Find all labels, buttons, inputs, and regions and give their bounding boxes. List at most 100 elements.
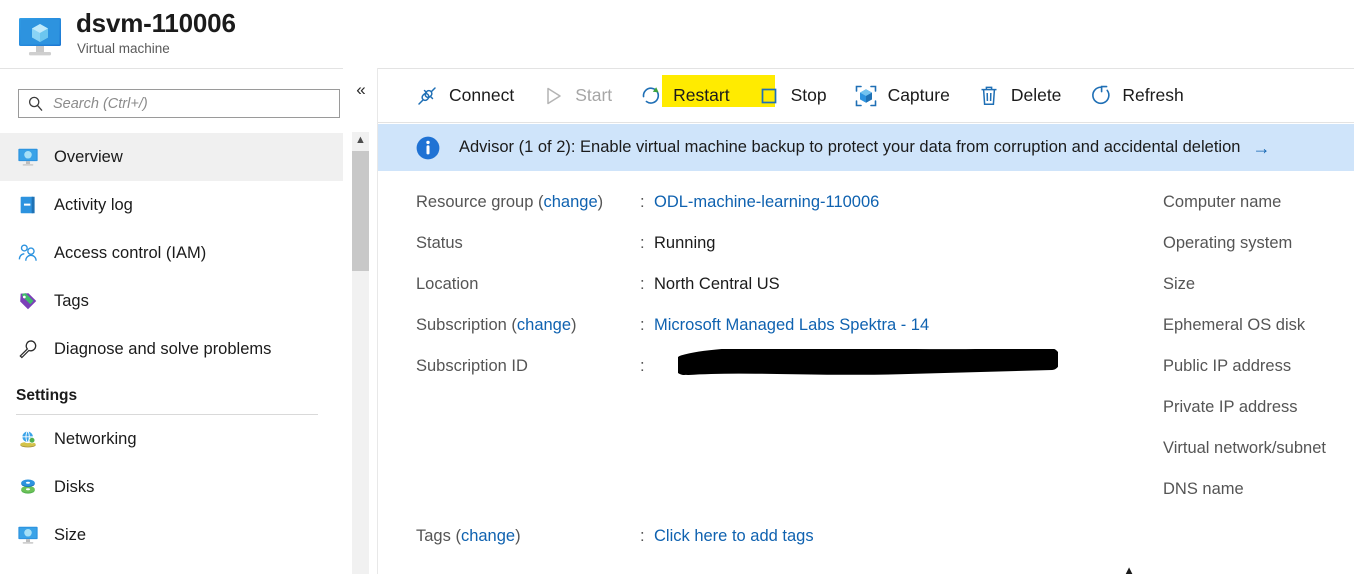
sidebar-item-disks[interactable]: Disks bbox=[0, 463, 343, 511]
search-input[interactable] bbox=[51, 90, 337, 117]
plug-icon bbox=[414, 83, 440, 109]
refresh-label: Refresh bbox=[1122, 85, 1184, 105]
sidebar-item-label: Size bbox=[54, 525, 87, 544]
property-label: Location bbox=[416, 275, 479, 293]
advisor-banner[interactable]: Advisor (1 of 2): Enable virtual machine… bbox=[378, 124, 1354, 171]
property-label-dns-name: DNS name bbox=[1163, 480, 1244, 498]
sidebar-item-activity-log[interactable]: Activity log bbox=[0, 181, 343, 229]
wrench-icon bbox=[16, 337, 40, 361]
property-label-text: Resource group bbox=[416, 193, 534, 211]
connect-button[interactable]: Connect bbox=[414, 76, 514, 116]
sidebar-item-tags[interactable]: Tags bbox=[0, 277, 343, 325]
property-value-status: Running bbox=[654, 234, 716, 252]
stop-button[interactable]: Stop bbox=[756, 76, 827, 116]
property-label-public-ip-address: Public IP address bbox=[1163, 357, 1292, 375]
azure-portal-vm-overview: dsvm-110006 Virtual machine « bbox=[0, 0, 1354, 574]
add-tags-link[interactable]: Click here to add tags bbox=[654, 527, 814, 546]
capture-label: Capture bbox=[887, 85, 950, 105]
search-icon bbox=[27, 95, 45, 113]
property-row-subscription-id: Subscription ID : bbox=[416, 346, 1060, 398]
sidebar-item-overview[interactable]: Overview bbox=[0, 133, 343, 181]
sidebar-item-diagnose[interactable]: Diagnose and solve problems bbox=[0, 325, 343, 373]
property-label-text: Subscription bbox=[416, 316, 507, 334]
scrollbar-thumb[interactable] bbox=[352, 151, 369, 271]
sidebar-item-access-control[interactable]: Access control (IAM) bbox=[0, 229, 343, 277]
sidebar-item-label: Networking bbox=[54, 429, 137, 448]
property-separator: : bbox=[640, 275, 645, 293]
sidebar-item-label: Overview bbox=[54, 147, 123, 166]
property-label: Subscription (change) bbox=[416, 316, 577, 334]
property-label-operating-system: Operating system bbox=[1163, 234, 1293, 252]
arrow-right-icon[interactable]: → bbox=[1252, 139, 1270, 157]
property-separator: : bbox=[640, 193, 645, 211]
property-row-status: Status : Running bbox=[416, 234, 929, 275]
change-link[interactable]: change bbox=[461, 527, 515, 545]
chevron-double-left-icon[interactable]: « bbox=[349, 79, 373, 101]
property-row-resource-group: Resource group (change) : ODL-machine-le… bbox=[416, 193, 929, 234]
stop-square-icon bbox=[756, 83, 782, 109]
property-label: Tags (change) bbox=[416, 527, 521, 545]
property-label: Resource group (change) bbox=[416, 193, 604, 211]
delete-button[interactable]: Delete bbox=[976, 76, 1062, 116]
sidebar: « Overview bbox=[0, 68, 366, 574]
property-separator: : bbox=[640, 527, 645, 545]
capture-button[interactable]: Capture bbox=[853, 76, 950, 116]
property-label-computer-name: Computer name bbox=[1163, 193, 1282, 211]
tag-icon bbox=[16, 289, 40, 313]
property-label: Status bbox=[416, 234, 463, 252]
property-row-subscription: Subscription (change) : Microsoft Manage… bbox=[416, 316, 929, 357]
restart-arrow-icon bbox=[638, 83, 664, 109]
refresh-circle-icon bbox=[1087, 83, 1113, 109]
play-icon bbox=[540, 83, 566, 109]
property-separator: : bbox=[640, 234, 645, 252]
monitor-icon bbox=[16, 145, 40, 169]
advisor-banner-text: Advisor (1 of 2): Enable virtual machine… bbox=[459, 138, 1241, 156]
trash-icon bbox=[976, 83, 1002, 109]
property-label-virtual-network-subnet: Virtual network/subnet bbox=[1163, 439, 1326, 457]
refresh-button[interactable]: Refresh bbox=[1087, 76, 1184, 116]
change-link[interactable]: change bbox=[517, 316, 571, 334]
delete-label: Delete bbox=[1010, 85, 1062, 105]
search-box[interactable] bbox=[18, 89, 340, 118]
property-value-resource-group[interactable]: ODL-machine-learning-110006 bbox=[654, 193, 879, 212]
sidebar-item-label: Tags bbox=[54, 291, 89, 310]
start-button[interactable]: Start bbox=[540, 76, 612, 116]
sidebar-item-label: Access control (IAM) bbox=[54, 243, 207, 262]
disks-icon bbox=[16, 475, 40, 499]
property-separator: : bbox=[640, 316, 645, 334]
chevron-up-icon[interactable]: ▲ bbox=[1118, 563, 1140, 574]
sidebar-group-title: Settings bbox=[16, 387, 78, 404]
property-label-size: Size bbox=[1163, 275, 1196, 293]
network-globe-icon bbox=[16, 427, 40, 451]
restart-button[interactable]: Restart bbox=[638, 76, 730, 116]
sidebar-nav: Overview Activity log Access control (IA… bbox=[0, 133, 343, 559]
sidebar-item-size[interactable]: Size bbox=[0, 511, 343, 559]
sidebar-item-label: Activity log bbox=[54, 195, 133, 214]
properties-right-column: Computer name Operating system Size Ephe… bbox=[1163, 193, 1326, 521]
sidebar-group-settings: Settings bbox=[0, 373, 343, 415]
property-row-tags: Tags (change) : Click here to add tags bbox=[416, 527, 814, 568]
restart-label: Restart bbox=[673, 85, 730, 105]
properties-left-column: Resource group (change) : ODL-machine-le… bbox=[416, 193, 1060, 398]
people-icon bbox=[16, 241, 40, 265]
sidebar-scrollbar[interactable]: ▲ bbox=[352, 132, 369, 574]
capture-cube-icon bbox=[853, 83, 879, 109]
content-pane: Connect Start Restart Stop Capture Delet… bbox=[378, 68, 1354, 574]
tags-row: Tags (change) : Click here to add tags bbox=[416, 527, 814, 568]
virtual-machine-icon bbox=[16, 12, 64, 60]
property-value-location: North Central US bbox=[654, 275, 780, 293]
property-row-location: Location : North Central US bbox=[416, 275, 929, 316]
change-link[interactable]: change bbox=[544, 193, 598, 211]
sidebar-item-label: Diagnose and solve problems bbox=[54, 339, 272, 358]
chevron-up-icon[interactable]: ▲ bbox=[352, 132, 369, 149]
property-separator: : bbox=[640, 357, 645, 375]
stop-label: Stop bbox=[790, 85, 827, 105]
sidebar-item-label: Disks bbox=[54, 477, 95, 496]
page-header: dsvm-110006 Virtual machine bbox=[0, 0, 1354, 68]
monitor-icon bbox=[16, 523, 40, 547]
page-subtitle: Virtual machine bbox=[77, 41, 170, 56]
sidebar-item-networking[interactable]: Networking bbox=[0, 415, 343, 463]
command-toolbar: Connect Start Restart Stop Capture Delet… bbox=[378, 69, 1354, 123]
property-label-text: Tags bbox=[416, 527, 451, 545]
property-value-subscription[interactable]: Microsoft Managed Labs Spektra - 14 bbox=[654, 316, 929, 335]
